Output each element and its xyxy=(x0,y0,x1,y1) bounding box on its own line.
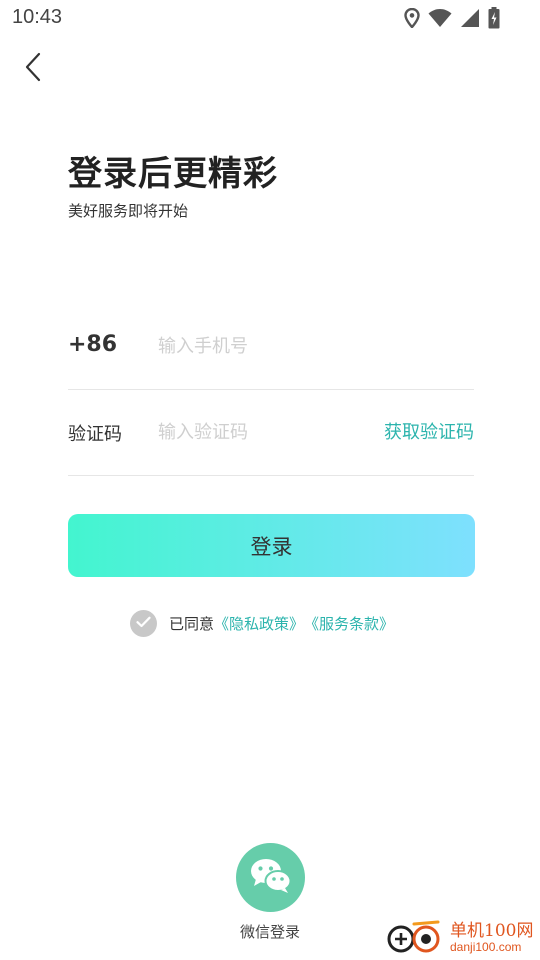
phone-input[interactable] xyxy=(158,328,358,364)
login-button-label: 登录 xyxy=(250,534,293,559)
wifi-icon xyxy=(428,8,452,28)
page-title: 登录后更精彩 xyxy=(68,154,278,194)
status-icons xyxy=(404,6,500,30)
watermark-name: 单机100网 xyxy=(450,921,534,941)
wechat-icon xyxy=(249,857,293,899)
battery-charging-icon xyxy=(488,7,500,29)
signal-icon xyxy=(460,8,480,28)
country-code[interactable]: +86 xyxy=(68,332,117,357)
page-subtitle: 美好服务即将开始 xyxy=(68,202,189,220)
code-row: 验证码 获取验证码 xyxy=(68,390,474,476)
agree-prefix: 已同意 xyxy=(169,614,215,633)
privacy-policy-link[interactable]: 《隐私政策》 xyxy=(214,613,304,634)
get-code-button[interactable]: 获取验证码 xyxy=(384,418,474,444)
back-button[interactable] xyxy=(16,52,50,86)
location-icon xyxy=(404,8,420,28)
status-bar: 10:43 xyxy=(0,0,540,36)
check-icon xyxy=(136,614,151,632)
login-button[interactable]: 登录 xyxy=(68,514,475,577)
phone-row: +86 xyxy=(68,304,474,390)
terms-of-service-link[interactable]: 《服务条款》 xyxy=(304,613,394,634)
watermark: 单机100网 danji100.com xyxy=(386,916,536,960)
chevron-left-icon xyxy=(24,52,42,86)
wechat-login-button[interactable] xyxy=(236,843,305,912)
agree-checkbox[interactable] xyxy=(130,609,157,637)
code-label: 验证码 xyxy=(68,424,122,445)
code-input[interactable] xyxy=(158,414,358,450)
watermark-url: danji100.com xyxy=(450,940,522,954)
status-time: 10:43 xyxy=(12,6,63,28)
agreement: 已同意 《隐私政策》 《服务条款》 xyxy=(130,609,394,637)
watermark-logo-icon xyxy=(386,918,446,958)
